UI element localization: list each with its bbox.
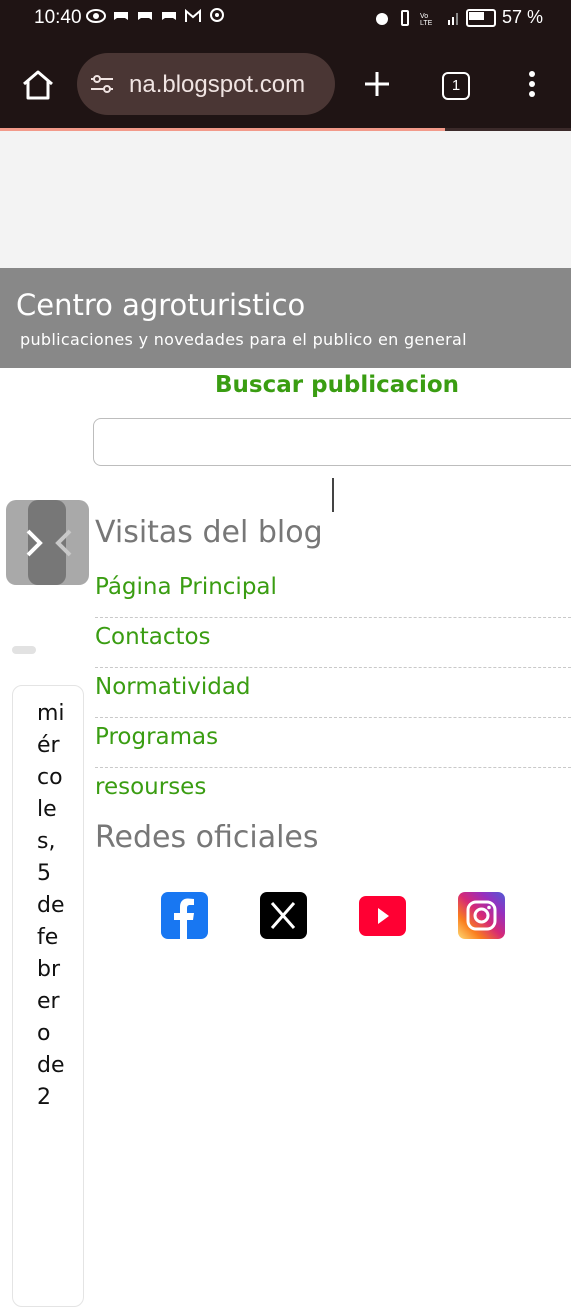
address-bar[interactable]: na.blogspot.com bbox=[77, 53, 335, 115]
post-date: miércoles, 5 de febrero de 2 bbox=[37, 701, 65, 1110]
facebook-icon[interactable] bbox=[161, 892, 208, 939]
x-icon[interactable] bbox=[260, 892, 307, 939]
sidebar-toggle-button[interactable] bbox=[6, 500, 89, 585]
youtube-icon[interactable] bbox=[359, 896, 406, 936]
collapse-arrows-icon bbox=[26, 529, 72, 557]
notification-icons bbox=[86, 8, 226, 24]
social-links bbox=[161, 892, 505, 939]
nav-item-programs[interactable]: Programas bbox=[95, 718, 571, 768]
nav-item-resources[interactable]: resourses bbox=[95, 768, 571, 818]
search-input[interactable] bbox=[93, 418, 571, 466]
new-tab-icon[interactable] bbox=[362, 69, 392, 99]
more-options-icon[interactable] bbox=[524, 69, 540, 99]
instagram-icon[interactable] bbox=[458, 892, 505, 939]
site-settings-icon[interactable] bbox=[89, 73, 115, 95]
game-icon bbox=[114, 12, 128, 20]
blog-header: Centro agroturistico publicaciones y nov… bbox=[0, 268, 571, 368]
game-icon bbox=[138, 12, 152, 20]
eye-icon bbox=[86, 9, 106, 23]
drag-handle[interactable] bbox=[12, 646, 36, 654]
nav-item-regulations[interactable]: Normatividad bbox=[95, 668, 571, 718]
game-icon bbox=[162, 12, 176, 20]
status-bar: 10:40 Vo LTE 57 % bbox=[0, 0, 571, 36]
nav-item-contacts[interactable]: Contactos bbox=[95, 618, 571, 668]
post-date-box: miércoles, 5 de febrero de 2 bbox=[12, 685, 84, 1307]
battery-icon bbox=[465, 8, 496, 27]
home-icon[interactable] bbox=[20, 67, 56, 103]
blog-title[interactable]: Centro agroturistico bbox=[16, 288, 305, 322]
visits-title: Visitas del blog bbox=[95, 515, 323, 550]
signal-icon: VoLTE bbox=[420, 12, 458, 26]
social-title: Redes oficiales bbox=[95, 820, 319, 855]
top-banner-area bbox=[0, 131, 571, 268]
chat-icon bbox=[210, 8, 224, 22]
pages-nav: Página Principal Contactos Normatividad … bbox=[95, 568, 571, 818]
url-text[interactable]: na.blogspot.com bbox=[129, 71, 329, 99]
tab-switcher-button[interactable]: 1 bbox=[442, 72, 470, 100]
status-right: Vo LTE 57 % bbox=[374, 7, 543, 28]
vibrate-icon bbox=[400, 9, 409, 26]
svg-text:Vo: Vo bbox=[420, 13, 428, 20]
gmail-icon bbox=[185, 8, 201, 22]
browser-toolbar: na.blogspot.com 1 bbox=[0, 36, 571, 128]
alarm-icon bbox=[375, 12, 388, 25]
battery-percent: 57 % bbox=[501, 7, 543, 27]
nav-item-home[interactable]: Página Principal bbox=[95, 568, 571, 618]
text-cursor bbox=[332, 478, 334, 512]
search-label: Buscar publicacion bbox=[215, 372, 460, 398]
svg-text:LTE: LTE bbox=[420, 20, 433, 26]
status-time: 10:40 bbox=[34, 7, 82, 28]
blog-description: publicaciones y novedades para el public… bbox=[20, 330, 467, 349]
